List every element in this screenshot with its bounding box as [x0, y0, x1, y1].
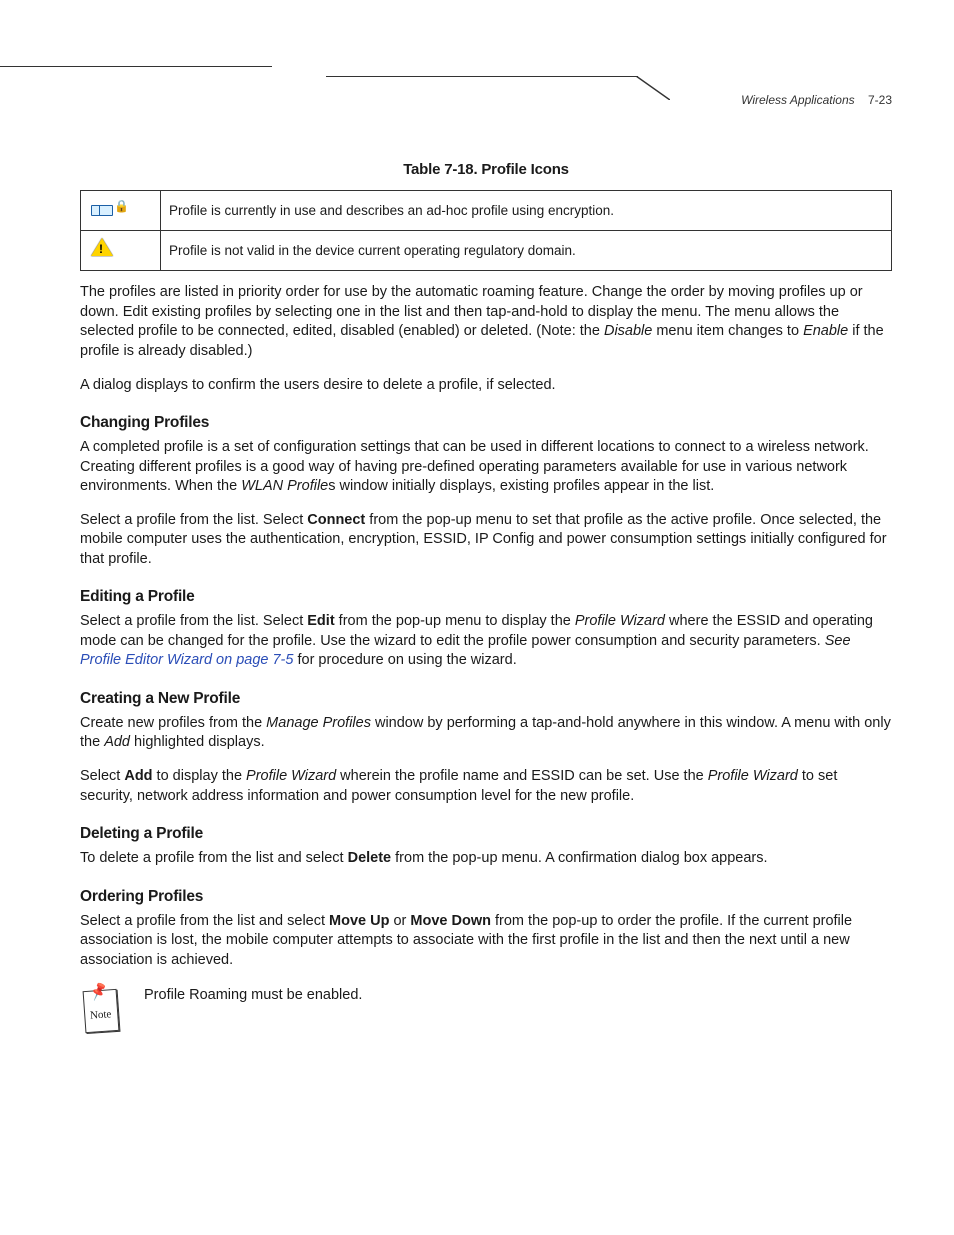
table-cell-desc: Profile is currently in use and describe… — [161, 191, 892, 231]
body-paragraph: Select a profile from the list. Select C… — [80, 511, 892, 570]
table-cell-desc: Profile is not valid in the device curre… — [161, 231, 892, 271]
heading-ordering-profiles: Ordering Profiles — [80, 887, 892, 908]
heading-deleting-profile: Deleting a Profile — [80, 824, 892, 845]
table-caption: Table 7-18. Profile Icons — [80, 160, 892, 180]
note-text: Profile Roaming must be enabled. — [144, 984, 362, 1006]
heading-creating-profile: Creating a New Profile — [80, 689, 892, 710]
body-paragraph: A completed profile is a set of configur… — [80, 438, 892, 497]
heading-changing-profiles: Changing Profiles — [80, 413, 892, 434]
body-paragraph: Create new profiles from the Manage Prof… — [80, 714, 892, 753]
body-paragraph: Select a profile from the list. Select E… — [80, 612, 892, 671]
adhoc-encrypted-icon — [81, 191, 161, 231]
body-paragraph: To delete a profile from the list and se… — [80, 849, 892, 869]
table-row: Profile is not valid in the device curre… — [81, 231, 892, 271]
xref-profile-editor-wizard[interactable]: Profile Editor Wizard on page 7-5 — [80, 652, 293, 668]
body-paragraph: Select a profile from the list and selec… — [80, 912, 892, 971]
note-icon: 📌 Note — [80, 984, 124, 1038]
body-paragraph: The profiles are listed in priority orde… — [80, 283, 892, 361]
profile-icons-table: Profile is currently in use and describe… — [80, 190, 892, 271]
table-row: Profile is currently in use and describe… — [81, 191, 892, 231]
page-number: 7-23 — [868, 93, 892, 107]
page-header-rule — [0, 66, 954, 92]
heading-editing-profile: Editing a Profile — [80, 587, 892, 608]
body-paragraph: Select Add to display the Profile Wizard… — [80, 767, 892, 806]
running-header: Wireless Applications 7-23 — [741, 92, 892, 108]
note-block: 📌 Note Profile Roaming must be enabled. — [80, 984, 892, 1038]
warning-icon — [81, 231, 161, 271]
section-name: Wireless Applications — [741, 93, 855, 107]
body-paragraph: A dialog displays to confirm the users d… — [80, 376, 892, 396]
